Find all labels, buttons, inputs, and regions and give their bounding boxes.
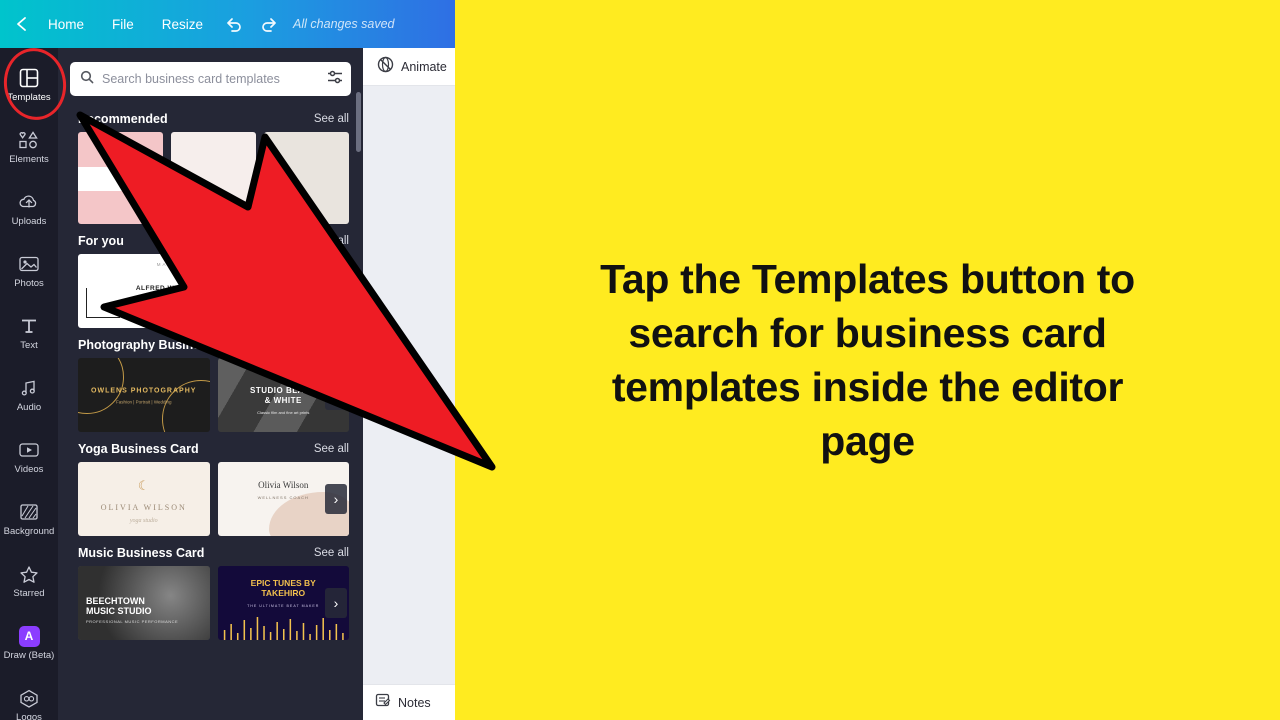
red-arrow-pointing-to-templates-button [76,111,496,471]
search-box[interactable] [70,62,351,96]
menu-file[interactable]: File [98,11,148,38]
template-card-subtitle: PROFESSIONAL MUSIC PERFORMANCE [86,619,179,625]
moon-icon: ☾ [137,478,150,494]
sidebar-item-starred[interactable]: Starred [0,550,58,612]
photo-icon [18,253,40,275]
draw-badge-icon: A [18,625,40,647]
template-card-title: Olivia Wilson [258,479,309,490]
see-all-link[interactable]: See all [314,547,349,559]
sidebar-item-videos[interactable]: Videos [0,426,58,488]
template-card-subtitle: yoga studio [129,518,158,525]
sidebar-item-label: Draw (Beta) [3,650,55,662]
sidebar-item-label: Photos [14,278,44,290]
video-icon [18,439,40,461]
animate-button-label[interactable]: Animate [401,60,447,74]
sidebar-item-logos[interactable]: Logos [0,674,58,720]
menu-home[interactable]: Home [34,11,98,38]
sidebar-item-label: Audio [16,402,42,414]
sidebar-item-text[interactable]: Text [0,302,58,364]
template-row-music: BEECHTOWN MUSIC STUDIO PROFESSIONAL MUSIC… [58,566,363,640]
back-icon[interactable] [0,16,34,32]
elements-icon [18,129,40,151]
sidebar-item-label: Starred [13,588,45,600]
redo-icon[interactable] [251,16,285,32]
undo-icon[interactable] [217,16,251,32]
carousel-next-icon[interactable]: › [325,588,347,618]
sidebar-item-uploads[interactable]: Uploads [0,178,58,240]
sidebar-item-label: Uploads [11,216,47,228]
template-card-title: BEECHTOWN MUSIC STUDIO [86,595,152,616]
left-rail: Templates Elements Uploads Photos Text A… [0,48,58,720]
save-status: All changes saved [293,17,395,31]
animate-icon[interactable] [377,56,394,78]
carousel-next-icon[interactable]: › [325,484,347,514]
section-header-music: Music Business Card See all [58,536,363,566]
sidebar-item-audio[interactable]: Audio [0,364,58,426]
menu-resize[interactable]: Resize [148,11,217,38]
instruction-caption: Tap the Templates button to search for b… [455,0,1280,720]
audio-note-icon [19,377,39,399]
template-card-title: EPIC TUNES BY TAKEHIRO [250,577,316,599]
search-row [58,48,363,102]
template-card-title: OLIVIA WILSON [100,503,187,513]
search-icon [80,70,94,89]
notes-bar: Notes [363,684,455,720]
sidebar-item-background[interactable]: Background [0,488,58,550]
caption-text: Tap the Templates button to search for b… [600,255,1135,465]
star-icon [19,563,39,585]
logos-icon [18,687,40,709]
notes-button-label[interactable]: Notes [398,696,431,710]
sidebar-item-label: Background [3,526,55,538]
sidebar-item-elements[interactable]: Elements [0,116,58,178]
sidebar-item-draw[interactable]: A Draw (Beta) [0,612,58,674]
sidebar-item-label: Logos [16,712,42,720]
template-card-subtitle: THE ULTIMATE BEAT MAKER [247,604,320,609]
sidebar-item-label: Videos [14,464,44,476]
animate-toolbar: Animate [363,48,455,86]
editor-top-bar: Home File Resize All changes saved [0,0,455,48]
notes-icon[interactable] [375,692,391,713]
text-icon [19,315,39,337]
template-card[interactable]: BEECHTOWN MUSIC STUDIO PROFESSIONAL MUSIC… [78,566,210,640]
background-icon [19,501,39,523]
upload-cloud-icon [18,191,40,213]
filter-sliders-icon[interactable] [327,70,343,89]
sidebar-item-photos[interactable]: Photos [0,240,58,302]
screenshot-root: Home File Resize All changes saved Templ… [0,0,1280,720]
template-card-subtitle: WELLNESS COACH [257,494,309,500]
section-title: Music Business Card [78,546,205,560]
sidebar-item-label: Text [20,340,38,352]
search-input[interactable] [102,72,319,86]
sidebar-item-label: Elements [9,154,49,166]
